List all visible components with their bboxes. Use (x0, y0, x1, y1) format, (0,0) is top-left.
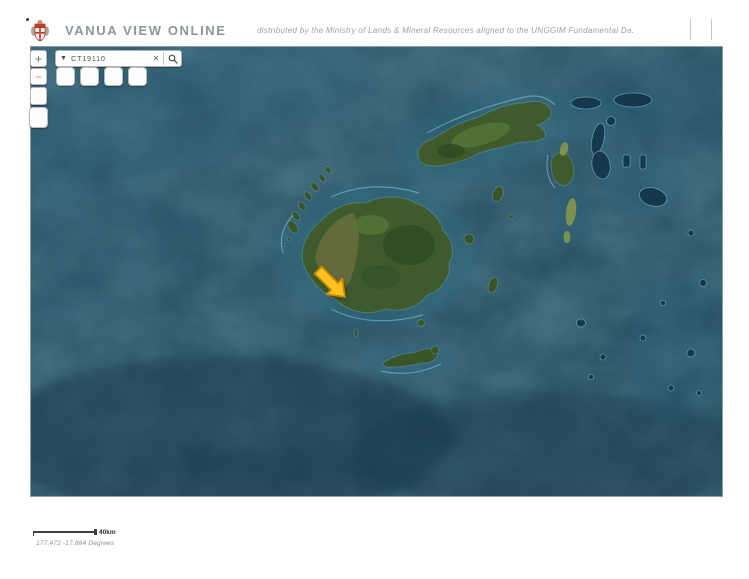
search-submit-button[interactable] (164, 51, 181, 66)
minus-icon: − (34, 69, 42, 84)
map-viewport[interactable] (30, 46, 723, 497)
search-box: ▼ ✕ (55, 50, 182, 67)
corner-dot (26, 18, 29, 21)
map-tool-button-a[interactable] (30, 87, 47, 105)
search-clear-button[interactable]: ✕ (149, 51, 163, 66)
plus-icon: + (34, 51, 42, 66)
map-scalebar: 40km (33, 529, 116, 537)
island-ovalau (463, 233, 475, 245)
chevron-down-icon: ▼ (60, 55, 67, 62)
scalebar-left-tick (33, 531, 34, 536)
search-icon (168, 54, 178, 64)
toolbar-button-3[interactable] (104, 67, 123, 86)
toolbar-button-2[interactable] (80, 67, 99, 86)
scalebar-right-tick (94, 529, 97, 535)
toolbar-button-1[interactable] (56, 67, 75, 86)
coordinate-readout: 177.472 -17.884 Degrees (36, 540, 115, 547)
header-divider (711, 19, 712, 40)
scalebar-line (33, 531, 95, 533)
zoom-out-button[interactable]: − (30, 68, 47, 85)
fiji-coat-of-arms-logo (30, 19, 50, 43)
header-divider (690, 19, 691, 40)
app-subtitle: distributed by the Ministry of Lands & M… (257, 26, 635, 35)
search-input[interactable] (71, 54, 149, 63)
satellite-basemap[interactable] (31, 47, 723, 497)
scalebar-label: 40km (99, 529, 116, 536)
zoom-in-button[interactable]: + (30, 50, 47, 67)
coat-of-arms-icon (31, 20, 49, 42)
page: VANUA VIEW ONLINE distributed by the Min… (0, 0, 749, 579)
app-title: VANUA VIEW ONLINE (65, 23, 227, 38)
toolbar-button-4[interactable] (128, 67, 147, 86)
search-dropdown-toggle[interactable]: ▼ (56, 51, 71, 66)
map-tool-button-b[interactable] (29, 107, 48, 128)
close-icon: ✕ (152, 54, 160, 63)
